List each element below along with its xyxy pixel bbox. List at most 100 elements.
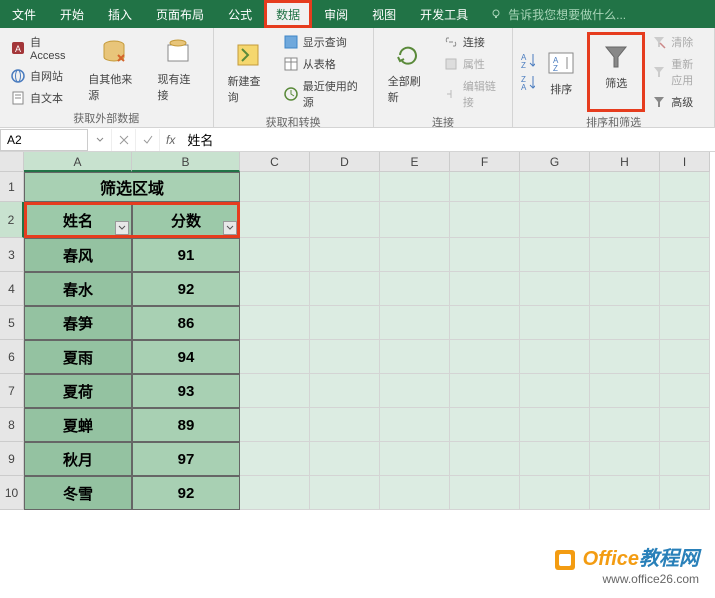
- cell[interactable]: [590, 272, 660, 306]
- menu-review[interactable]: 审阅: [312, 0, 360, 28]
- filter-dropdown-button[interactable]: [115, 221, 129, 235]
- row-header-9[interactable]: 9: [0, 442, 24, 476]
- cell[interactable]: 92: [132, 272, 240, 306]
- cell[interactable]: [590, 442, 660, 476]
- row-header-5[interactable]: 5: [0, 306, 24, 340]
- cell[interactable]: [310, 442, 380, 476]
- cell[interactable]: [240, 306, 310, 340]
- cell[interactable]: [450, 238, 520, 272]
- clear-filter-button[interactable]: 清除: [647, 32, 708, 52]
- row-header-7[interactable]: 7: [0, 374, 24, 408]
- sort-asc-icon[interactable]: AZ: [519, 53, 535, 69]
- cell[interactable]: [240, 408, 310, 442]
- row-header-10[interactable]: 10: [0, 476, 24, 510]
- cell[interactable]: [520, 476, 590, 510]
- cell[interactable]: 夏雨: [24, 340, 132, 374]
- cell[interactable]: [520, 272, 590, 306]
- cell[interactable]: [450, 340, 520, 374]
- cell[interactable]: 春笋: [24, 306, 132, 340]
- cell[interactable]: [240, 374, 310, 408]
- cell[interactable]: [590, 374, 660, 408]
- show-queries-button[interactable]: 显示查询: [279, 32, 367, 52]
- cancel-formula-button[interactable]: [112, 129, 136, 151]
- cell[interactable]: 91: [132, 238, 240, 272]
- cell[interactable]: [660, 476, 710, 510]
- cell[interactable]: [240, 238, 310, 272]
- cell[interactable]: [660, 172, 710, 202]
- row-header-8[interactable]: 8: [0, 408, 24, 442]
- col-header-E[interactable]: E: [380, 152, 450, 172]
- cell[interactable]: [660, 306, 710, 340]
- cell[interactable]: 春风: [24, 238, 132, 272]
- cell[interactable]: [450, 476, 520, 510]
- reapply-button[interactable]: 重新应用: [647, 54, 708, 90]
- from-text-button[interactable]: 自文本: [6, 88, 78, 108]
- row-header-1[interactable]: 1: [0, 172, 24, 202]
- existing-connections-button[interactable]: 现有连接: [150, 32, 207, 108]
- cell[interactable]: [590, 172, 660, 202]
- cell[interactable]: [590, 202, 660, 238]
- cell[interactable]: [450, 374, 520, 408]
- cell[interactable]: 姓名: [24, 202, 132, 238]
- cell[interactable]: 92: [132, 476, 240, 510]
- cell[interactable]: [310, 408, 380, 442]
- row-header-2[interactable]: 2: [0, 202, 24, 238]
- cell[interactable]: [450, 408, 520, 442]
- menu-page-layout[interactable]: 页面布局: [144, 0, 216, 28]
- cell[interactable]: [240, 476, 310, 510]
- cell[interactable]: [660, 374, 710, 408]
- cell[interactable]: [520, 238, 590, 272]
- formula-input[interactable]: [181, 130, 715, 149]
- sort-button[interactable]: AZ 排序: [537, 32, 585, 112]
- menu-data[interactable]: 数据: [264, 0, 312, 28]
- cell[interactable]: [380, 340, 450, 374]
- cell[interactable]: [380, 408, 450, 442]
- cell[interactable]: [520, 408, 590, 442]
- cell[interactable]: 93: [132, 374, 240, 408]
- sort-desc-icon[interactable]: ZA: [519, 75, 535, 91]
- name-box-dropdown[interactable]: [88, 129, 112, 151]
- cell[interactable]: [380, 238, 450, 272]
- cell[interactable]: [520, 202, 590, 238]
- cell[interactable]: 夏荷: [24, 374, 132, 408]
- refresh-all-button[interactable]: 全部刷新: [380, 32, 437, 112]
- cell[interactable]: [240, 172, 310, 202]
- cell[interactable]: 秋月: [24, 442, 132, 476]
- cell[interactable]: [310, 340, 380, 374]
- col-header-G[interactable]: G: [520, 152, 590, 172]
- cell[interactable]: [590, 476, 660, 510]
- cell[interactable]: [380, 172, 450, 202]
- cell[interactable]: [450, 172, 520, 202]
- name-box[interactable]: [0, 129, 88, 151]
- cell[interactable]: [240, 202, 310, 238]
- cell[interactable]: 筛选区域: [24, 172, 240, 202]
- cell[interactable]: [520, 442, 590, 476]
- cell[interactable]: 分数: [132, 202, 240, 238]
- cell[interactable]: [590, 238, 660, 272]
- cell[interactable]: [660, 408, 710, 442]
- cell[interactable]: [590, 306, 660, 340]
- cell[interactable]: [310, 476, 380, 510]
- cell[interactable]: 86: [132, 306, 240, 340]
- menu-formulas[interactable]: 公式: [216, 0, 264, 28]
- cell[interactable]: [310, 238, 380, 272]
- cell[interactable]: [520, 306, 590, 340]
- cell[interactable]: [310, 172, 380, 202]
- cell[interactable]: 春水: [24, 272, 132, 306]
- cell[interactable]: [310, 272, 380, 306]
- fx-icon[interactable]: fx: [160, 133, 181, 147]
- cell[interactable]: [310, 306, 380, 340]
- col-header-C[interactable]: C: [240, 152, 310, 172]
- cell[interactable]: [450, 202, 520, 238]
- cell[interactable]: 89: [132, 408, 240, 442]
- cell[interactable]: [590, 408, 660, 442]
- menu-view[interactable]: 视图: [360, 0, 408, 28]
- menu-developer[interactable]: 开发工具: [408, 0, 480, 28]
- edit-links-button[interactable]: 编辑链接: [439, 76, 506, 112]
- row-header-3[interactable]: 3: [0, 238, 24, 272]
- cell[interactable]: [380, 442, 450, 476]
- cell[interactable]: [450, 272, 520, 306]
- filter-dropdown-button[interactable]: [223, 221, 237, 235]
- cell[interactable]: [660, 272, 710, 306]
- cell[interactable]: 冬雪: [24, 476, 132, 510]
